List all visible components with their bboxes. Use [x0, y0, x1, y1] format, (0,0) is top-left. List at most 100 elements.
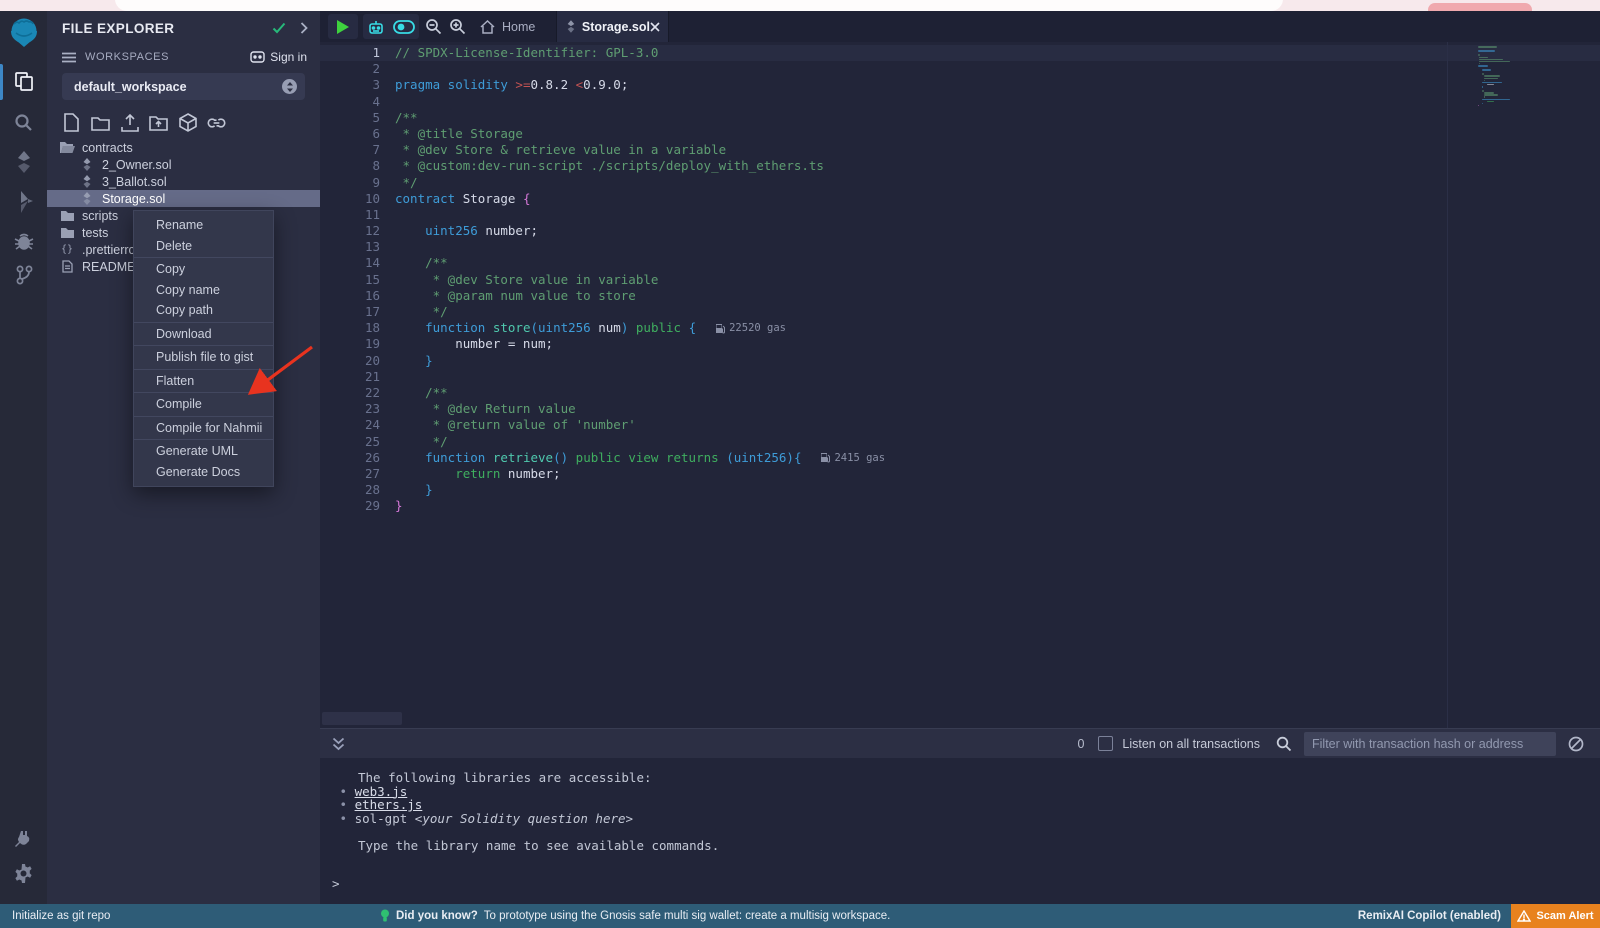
code-editor[interactable]: 1// SPDX-License-Identifier: GPL-3.023pr…	[320, 42, 1600, 728]
line-number: 4	[320, 94, 380, 110]
copilot-toggle-icon[interactable]	[393, 20, 415, 34]
link-button[interactable]	[207, 112, 226, 133]
sidebar-item-deploy-run[interactable]	[0, 185, 47, 219]
code-text[interactable]: * @dev Store value in variable	[380, 272, 658, 288]
remix-logo[interactable]	[0, 16, 47, 50]
context-menu-item-copy[interactable]: Copy	[134, 259, 273, 280]
init-git-repo-button[interactable]: Initialize as git repo	[12, 910, 110, 922]
code-text[interactable]	[380, 369, 395, 385]
code-text[interactable]: */	[380, 175, 418, 191]
horizontal-scrollbar[interactable]	[322, 712, 402, 725]
transaction-filter-input[interactable]	[1304, 732, 1556, 756]
context-menu-item-publish-file-to-gist[interactable]: Publish file to gist	[134, 347, 273, 368]
context-menu-item-generate-docs[interactable]: Generate Docs	[134, 462, 273, 483]
context-menu-item-download[interactable]: Download	[134, 324, 273, 345]
line-number: 22	[320, 385, 380, 401]
context-menu-item-flatten[interactable]: Flatten	[134, 371, 273, 392]
close-tab-icon[interactable]	[650, 22, 660, 32]
minimap[interactable]	[1478, 46, 1553, 166]
code-text[interactable]: // SPDX-License-Identifier: GPL-3.0	[380, 45, 658, 61]
sign-in-button[interactable]: Sign in	[250, 50, 307, 64]
tree-item-3-ballot-sol[interactable]: 3_Ballot.sol	[47, 173, 320, 190]
code-text[interactable]: * @dev Store & retrieve value in a varia…	[380, 142, 726, 158]
code-text[interactable]: return number;	[380, 466, 561, 482]
status-bar: Initialize as git repo Did you know? To …	[0, 904, 1600, 928]
code-text[interactable]: }	[380, 353, 433, 369]
zoom-in-button[interactable]	[449, 14, 466, 39]
sidebar-item-solidity-compiler[interactable]	[0, 145, 47, 179]
context-menu-item-delete[interactable]: Delete	[134, 236, 273, 257]
run-script-button[interactable]	[328, 14, 358, 39]
context-menu-item-copy-name[interactable]: Copy name	[134, 280, 273, 301]
context-menu-item-compile-for-nahmii[interactable]: Compile for Nahmii	[134, 418, 273, 439]
code-text[interactable]: pragma solidity >=0.8.2 <0.9.0;	[380, 77, 628, 93]
context-menu-item-rename[interactable]: Rename	[134, 215, 273, 236]
upload-file-button[interactable]	[120, 112, 139, 133]
code-text[interactable]	[380, 207, 395, 223]
code-text[interactable]	[380, 94, 395, 110]
code-text[interactable]: /**	[380, 385, 448, 401]
context-menu-item-compile[interactable]: Compile	[134, 394, 273, 415]
workspace-select[interactable]: default_workspace	[62, 73, 305, 100]
context-menu-item-generate-uml[interactable]: Generate UML	[134, 441, 273, 462]
code-text[interactable]: function store(uint256 num) public {	[380, 320, 696, 336]
code-text[interactable]: * @title Storage	[380, 126, 523, 142]
sidebar-item-file-explorer[interactable]	[0, 64, 47, 98]
code-text[interactable]: function retrieve() public view returns …	[380, 450, 801, 466]
folder-icon	[59, 210, 75, 222]
zoom-out-button[interactable]	[425, 14, 442, 39]
tree-item-storage-sol[interactable]: Storage.sol	[47, 190, 320, 207]
code-line-19: 19 number = num;	[320, 336, 1600, 352]
code-text[interactable]: /**	[380, 255, 448, 271]
clear-console-icon[interactable]	[1568, 736, 1584, 752]
chevron-right-icon[interactable]	[300, 22, 308, 34]
code-text[interactable]: number = num;	[380, 336, 553, 352]
code-text[interactable]: */	[380, 304, 448, 320]
code-text[interactable]: */	[380, 434, 448, 450]
check-icon[interactable]	[272, 22, 286, 34]
code-text[interactable]	[380, 61, 395, 77]
tab-home[interactable]: Home	[480, 11, 535, 42]
sidebar-item-plugin-manager[interactable]	[0, 822, 47, 856]
code-text[interactable]: /**	[380, 110, 418, 126]
braces-icon: {}	[59, 244, 75, 255]
terminal-hint: Type the library name to see available c…	[332, 839, 1600, 853]
new-folder-button[interactable]	[91, 112, 110, 133]
sidebar-item-search[interactable]	[0, 105, 47, 139]
terminal-prompt[interactable]: >	[332, 876, 340, 891]
sidebar-item-git[interactable]	[0, 258, 47, 292]
terminal-collapse-icon[interactable]	[332, 737, 345, 751]
code-text[interactable]: * @return value of 'number'	[380, 417, 636, 433]
code-text[interactable]	[380, 239, 395, 255]
transaction-count-badge: 0	[1077, 737, 1084, 751]
tab-storage-sol[interactable]: Storage.sol	[556, 11, 669, 42]
scam-alert-button[interactable]: Scam Alert	[1511, 904, 1600, 928]
new-file-button[interactable]	[62, 112, 81, 133]
code-text[interactable]: * @dev Return value	[380, 401, 576, 417]
code-text[interactable]: contract Storage {	[380, 191, 530, 207]
copilot-status[interactable]: RemixAI Copilot (enabled)	[1358, 910, 1501, 922]
tree-item-label: 2_Owner.sol	[102, 158, 171, 172]
code-text[interactable]: uint256 number;	[380, 223, 538, 239]
code-line-20: 20 }	[320, 353, 1600, 369]
gear-icon	[13, 863, 34, 884]
sidebar-item-settings[interactable]	[0, 856, 47, 890]
workspaces-menu-icon[interactable]	[62, 52, 76, 63]
code-line-17: 17 */	[320, 304, 1600, 320]
code-line-1: 1// SPDX-License-Identifier: GPL-3.0	[320, 45, 1600, 61]
load-cube-button[interactable]	[178, 112, 197, 133]
context-menu-item-copy-path[interactable]: Copy path	[134, 300, 273, 321]
upload-folder-button[interactable]	[149, 112, 168, 133]
sidebar-item-debugger[interactable]	[0, 224, 47, 258]
code-text[interactable]: }	[380, 482, 433, 498]
code-line-2: 2	[320, 61, 1600, 77]
code-text[interactable]: }	[380, 498, 403, 514]
tree-item-2-owner-sol[interactable]: 2_Owner.sol	[47, 156, 320, 173]
listen-checkbox[interactable]	[1098, 736, 1113, 751]
robot-icon[interactable]	[367, 18, 385, 36]
code-text[interactable]: * @custom:dev-run-script ./scripts/deplo…	[380, 158, 824, 174]
code-text[interactable]: * @param num value to store	[380, 288, 636, 304]
terminal-search-icon[interactable]	[1276, 736, 1292, 752]
tree-item-contracts[interactable]: contracts	[47, 139, 320, 156]
line-number: 28	[320, 482, 380, 498]
